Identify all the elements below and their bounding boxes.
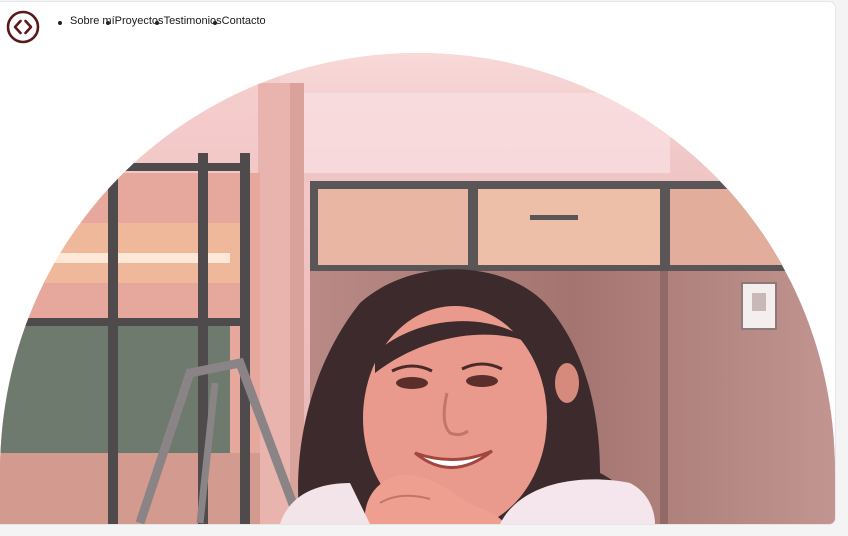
logo[interactable]	[6, 10, 40, 44]
nav-bullet-icon	[58, 21, 62, 25]
nav-bullet-icon	[154, 21, 159, 25]
nav-item-contacto[interactable]: Contacto	[212, 15, 266, 27]
site-header: Sobre mí Proyectos Testimonios Contacto	[0, 2, 835, 46]
code-brackets-icon	[6, 10, 40, 44]
nav-bullet-icon	[105, 21, 110, 25]
portrait-photo	[0, 53, 835, 524]
nav-links: Sobre mí Proyectos Testimonios Contacto	[70, 15, 266, 27]
hero-portrait	[0, 53, 835, 524]
nav-item-label: Contacto	[221, 15, 266, 27]
nav-bullet-icon	[212, 21, 217, 25]
page-container: Sobre mí Proyectos Testimonios Contacto	[0, 2, 835, 524]
